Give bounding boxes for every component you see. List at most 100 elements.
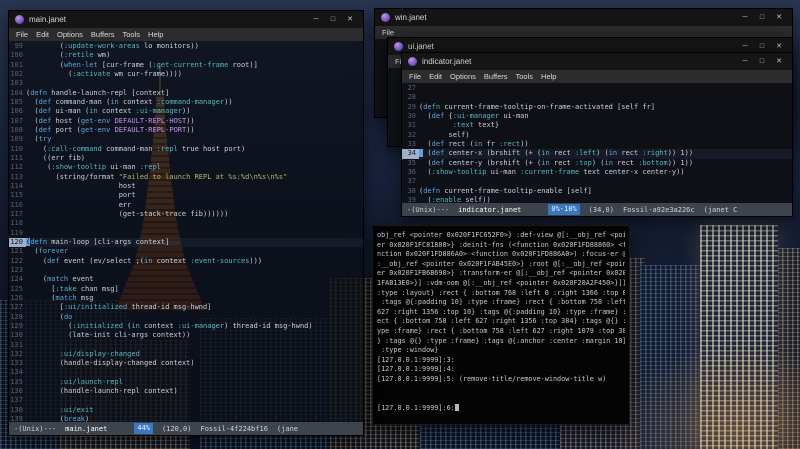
code-line[interactable]: 29 (defn current-frame-tooltip-on-frame-… bbox=[402, 103, 792, 112]
code-line[interactable]: 28 bbox=[402, 93, 792, 102]
code-line[interactable]: 108 (def port (get-env DEFAULT-REPL-PORT… bbox=[9, 126, 363, 135]
minimize-button[interactable]: ─ bbox=[738, 53, 752, 70]
code-line[interactable]: 113 (string/format "Failed to launch REP… bbox=[9, 173, 363, 182]
code-line[interactable]: 106 (def ui-man (in context :ui-manager)… bbox=[9, 107, 363, 116]
editor-buffer[interactable]: 27 28 29 (defn current-frame-tooltip-on-… bbox=[402, 83, 792, 203]
code-line[interactable]: 134 bbox=[9, 368, 363, 377]
repl-window[interactable]: obj_ref <pointer 0x020F1FC652F0>} :def-v… bbox=[372, 225, 630, 425]
code-line[interactable]: 102 (:activate wm cur-frame)))) bbox=[9, 70, 363, 79]
code-line[interactable]: 129 (:initialized (in context :ui-manage… bbox=[9, 322, 363, 331]
code-line[interactable]: 36 (:show-tooltip ui-man :current-frame … bbox=[402, 168, 792, 177]
code-line[interactable]: 109 (try bbox=[9, 135, 363, 144]
titlebar[interactable]: win.janet ─ □ ✕ bbox=[375, 9, 792, 26]
code-line[interactable]: 99 (:update-work-areas lo monitors)) bbox=[9, 42, 363, 51]
titlebar[interactable]: indicator.janet ─ □ ✕ bbox=[402, 53, 792, 70]
line-number: 132 bbox=[10, 349, 23, 358]
titlebar[interactable]: main.janet ─ □ ✕ bbox=[9, 11, 363, 28]
window-title: win.janet bbox=[395, 13, 427, 22]
line-number: 137 bbox=[10, 396, 23, 405]
code-line[interactable]: 133 (handle-display-changed context) bbox=[9, 359, 363, 368]
code-line[interactable]: 122 (def event (ev/select ;(in context :… bbox=[9, 257, 363, 266]
line-text: [:take chan msg] bbox=[26, 284, 119, 293]
menu-item[interactable]: Options bbox=[53, 30, 87, 39]
menu-item[interactable]: Tools bbox=[119, 30, 145, 39]
line-number: 125 bbox=[10, 284, 23, 293]
minimize-button[interactable]: ─ bbox=[738, 9, 752, 26]
code-line[interactable]: 100 (:retile wm) bbox=[9, 51, 363, 60]
menu-item[interactable]: Buffers bbox=[480, 72, 512, 81]
code-line[interactable]: 120 (defn main-loop [cli-args context] bbox=[9, 237, 363, 248]
code-line[interactable]: 38 (defn current-frame-tooltip-enable [s… bbox=[402, 187, 792, 196]
code-line[interactable]: 105 (def command-man (in context :comman… bbox=[9, 98, 363, 107]
menu-item[interactable]: File bbox=[378, 28, 398, 37]
close-button[interactable]: ✕ bbox=[772, 53, 786, 70]
menu-bar: File Edit Options Buffers Tools Help bbox=[9, 28, 363, 41]
window-title: main.janet bbox=[29, 15, 66, 24]
code-line[interactable]: 124 (match event bbox=[9, 275, 363, 284]
code-line[interactable]: 39 (:enable self)) bbox=[402, 196, 792, 203]
code-line[interactable]: 112 (:show-tooltip ui-man :repl bbox=[9, 163, 363, 172]
code-line[interactable]: 103 bbox=[9, 79, 363, 88]
menu-item[interactable]: Buffers bbox=[87, 30, 119, 39]
menu-item[interactable]: Options bbox=[446, 72, 480, 81]
line-text: (:show-tooltip ui-man :repl bbox=[26, 163, 161, 172]
maximize-button[interactable]: □ bbox=[755, 53, 769, 70]
menu-item[interactable]: Help bbox=[144, 30, 167, 39]
code-line[interactable]: 117 (get-stack-trace fib)))))) bbox=[9, 210, 363, 219]
code-line[interactable]: 116 err bbox=[9, 201, 363, 210]
menu-item[interactable]: File bbox=[12, 30, 32, 39]
code-line[interactable]: 31 :text text} bbox=[402, 121, 792, 130]
code-line[interactable]: 30 (def {:ui-manager ui-man bbox=[402, 112, 792, 121]
line-number: 106 bbox=[10, 107, 23, 116]
code-line[interactable]: 128 (do bbox=[9, 313, 363, 322]
code-line[interactable]: 107 (def host (get-env DEFAULT-REPL-HOST… bbox=[9, 117, 363, 126]
code-line[interactable]: 27 bbox=[402, 84, 792, 93]
menu-item[interactable]: Help bbox=[537, 72, 560, 81]
line-number: 100 bbox=[10, 51, 23, 60]
code-line[interactable]: 33 (def rect (in fr :rect)) bbox=[402, 140, 792, 149]
code-line[interactable]: 118 bbox=[9, 219, 363, 228]
close-button[interactable]: ✕ bbox=[343, 11, 357, 28]
code-line[interactable]: 110 (:call-command command-man :repl tru… bbox=[9, 145, 363, 154]
menu-item[interactable]: Edit bbox=[32, 30, 53, 39]
line-text: (late-init cli-args context)) bbox=[26, 331, 191, 340]
line-number: 30 bbox=[407, 111, 416, 120]
close-button[interactable]: ✕ bbox=[772, 9, 786, 26]
code-line[interactable]: 121 (forever bbox=[9, 247, 363, 256]
code-line[interactable]: 130 (late-init cli-args context)) bbox=[9, 331, 363, 340]
code-line[interactable]: 136 (handle-launch-repl context) bbox=[9, 387, 363, 396]
minimize-button[interactable]: ─ bbox=[309, 11, 323, 28]
code-line[interactable]: 32 self) bbox=[402, 131, 792, 140]
code-line[interactable]: 127 [:ui/initialized thread-id msg-hwnd] bbox=[9, 303, 363, 312]
code-line[interactable]: 35 (def center-y (brshift (+ (in rect :t… bbox=[402, 159, 792, 168]
code-line[interactable]: 114 host bbox=[9, 182, 363, 191]
code-line[interactable]: 139 (break) bbox=[9, 415, 363, 422]
editor-buffer[interactable]: 99 (:update-work-areas lo monitors)) 100… bbox=[9, 41, 363, 422]
code-line[interactable]: 131 bbox=[9, 341, 363, 350]
code-line[interactable]: 126 (match msg bbox=[9, 294, 363, 303]
line-number: 135 bbox=[10, 377, 23, 386]
code-line[interactable]: 135 :ui/launch-repl bbox=[9, 378, 363, 387]
code-line[interactable]: 111 ((err fib) bbox=[9, 154, 363, 163]
maximize-button[interactable]: □ bbox=[326, 11, 340, 28]
code-line[interactable]: 115 port bbox=[9, 191, 363, 200]
line-number: 115 bbox=[10, 191, 23, 200]
line-text: (defn current-frame-tooltip-on-frame-act… bbox=[419, 102, 656, 111]
line-number: 133 bbox=[10, 359, 23, 368]
menu-item[interactable]: Tools bbox=[512, 72, 538, 81]
code-line[interactable]: 119 bbox=[9, 229, 363, 238]
code-line[interactable]: 34 (def center-x (brshift (+ (in rect :l… bbox=[402, 149, 792, 159]
line-number: 36 bbox=[407, 167, 416, 176]
code-line[interactable]: 137 bbox=[9, 396, 363, 405]
code-line[interactable]: 125 [:take chan msg] bbox=[9, 285, 363, 294]
code-line[interactable]: 101 (when-let [cur-frame (:get-current-f… bbox=[9, 61, 363, 70]
menu-item[interactable]: Edit bbox=[425, 72, 446, 81]
code-line[interactable]: 37 bbox=[402, 177, 792, 186]
code-line[interactable]: 123 bbox=[9, 266, 363, 275]
maximize-button[interactable]: □ bbox=[755, 9, 769, 26]
menu-item[interactable]: File bbox=[405, 72, 425, 81]
code-line[interactable]: 132 :ui/display-changed bbox=[9, 350, 363, 359]
code-line[interactable]: 104 (defn handle-launch-repl [context] bbox=[9, 89, 363, 98]
repl-line: } :tags @{} :type :frame} :tags @{:ancho… bbox=[377, 336, 625, 345]
code-line[interactable]: 138 :ui/exit bbox=[9, 406, 363, 415]
